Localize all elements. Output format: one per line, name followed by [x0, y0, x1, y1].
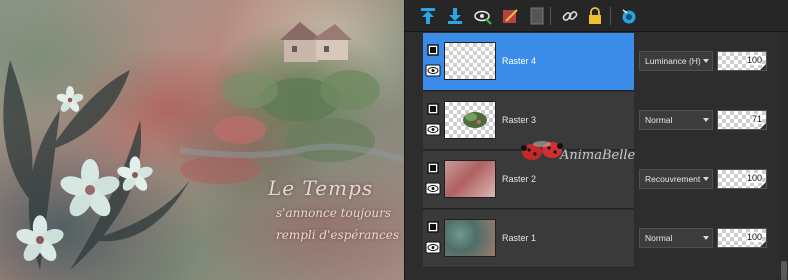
- layer-mask-button[interactable]: [527, 6, 547, 26]
- layer-type-icon[interactable]: [427, 162, 439, 174]
- move-layer-down-icon: [448, 8, 462, 24]
- visibility-eye-icon[interactable]: [425, 123, 441, 136]
- layer-thumbnail[interactable]: [444, 219, 496, 257]
- opacity-slider-handle[interactable]: [760, 123, 766, 129]
- chevron-down-icon: [703, 118, 709, 122]
- opacity-field-raster-1[interactable]: 100: [717, 228, 767, 248]
- lock-button[interactable]: [585, 6, 605, 26]
- layer-mask-icon: [530, 7, 544, 25]
- opacity-slider-handle[interactable]: [760, 241, 766, 247]
- layers-toolbar: [405, 0, 788, 32]
- link-icon: [562, 11, 578, 21]
- cottage: [280, 22, 352, 62]
- opacity-field-raster-4[interactable]: 100: [717, 51, 767, 71]
- blend-mode-dropdown-raster-3[interactable]: Normal: [639, 110, 713, 130]
- layer-name[interactable]: Raster 3: [502, 115, 536, 125]
- layer-type-icon[interactable]: [427, 44, 439, 56]
- scrollbar-thumb[interactable]: [781, 261, 787, 280]
- chevron-down-icon: [703, 177, 709, 181]
- layer-edit-button[interactable]: [501, 6, 521, 26]
- opacity-slider-handle[interactable]: [760, 182, 766, 188]
- layers-scrollbar[interactable]: [780, 33, 788, 280]
- blend-ranges-button[interactable]: [619, 6, 639, 26]
- artwork-canvas: Le Temps s'annonce toujours rempli d'esp…: [0, 0, 404, 280]
- link-button[interactable]: [560, 6, 580, 26]
- opacity-field-raster-3[interactable]: 71: [717, 110, 767, 130]
- opacity-field-raster-2[interactable]: 100: [717, 169, 767, 189]
- layer-name[interactable]: Raster 2: [502, 174, 536, 184]
- chevron-down-icon: [703, 236, 709, 240]
- layer-edit-icon: [503, 9, 518, 23]
- artwork-caption-line2: s'annonce toujours: [276, 206, 392, 220]
- blend-mode-dropdown-raster-4[interactable]: Luminance (H): [639, 51, 713, 71]
- move-layer-up-icon: [421, 8, 435, 24]
- layer-name[interactable]: Raster 4: [502, 56, 536, 66]
- toolbar-separator: [610, 7, 611, 25]
- layer-type-icon[interactable]: [427, 103, 439, 115]
- layer-controls: [423, 33, 443, 91]
- layer-controls: [423, 92, 443, 150]
- artwork-caption-title: Le Temps: [268, 176, 374, 200]
- toolbar-separator: [550, 7, 551, 25]
- blend-ranges-icon: [622, 9, 636, 24]
- watermark-text: AnimaBelle: [560, 148, 636, 163]
- blend-mode-value: Recouvrement: [645, 174, 701, 184]
- layer-name[interactable]: Raster 1: [502, 233, 536, 243]
- lock-icon: [589, 7, 601, 24]
- layer-type-icon[interactable]: [427, 221, 439, 233]
- layer-thumbnail[interactable]: [444, 160, 496, 198]
- chevron-down-icon: [703, 59, 709, 63]
- move-layer-up-button[interactable]: [418, 6, 438, 26]
- ladybug-watermark-icon: [521, 141, 563, 160]
- layer-thumbnail[interactable]: [444, 101, 496, 139]
- visibility-toggle-button[interactable]: [473, 6, 493, 26]
- visibility-eye-icon[interactable]: [425, 241, 441, 254]
- layers-panel: Raster 4 Raster 3 Raster 2 Raster 1 Lumi…: [404, 0, 788, 280]
- layer-controls: [423, 210, 443, 268]
- blend-mode-dropdown-raster-2[interactable]: Recouvrement: [639, 169, 713, 189]
- garden-bushes: [179, 70, 404, 184]
- opacity-slider-handle[interactable]: [760, 64, 766, 70]
- visibility-toggle-icon: [474, 10, 492, 25]
- blend-mode-value: Normal: [645, 115, 673, 125]
- visibility-eye-icon[interactable]: [425, 182, 441, 195]
- layer-thumbnail[interactable]: [444, 42, 496, 80]
- blend-mode-value: Luminance (H): [645, 56, 701, 66]
- visibility-eye-icon[interactable]: [425, 64, 441, 77]
- layer-controls: [423, 151, 443, 209]
- artwork-caption-line3: rempli d'espérances: [276, 228, 400, 242]
- layer-row-raster-1[interactable]: Raster 1: [423, 210, 634, 268]
- blend-mode-value: Normal: [645, 233, 673, 243]
- blend-mode-dropdown-raster-1[interactable]: Normal: [639, 228, 713, 248]
- move-layer-down-button[interactable]: [445, 6, 465, 26]
- layer-row-raster-4[interactable]: Raster 4: [423, 33, 634, 91]
